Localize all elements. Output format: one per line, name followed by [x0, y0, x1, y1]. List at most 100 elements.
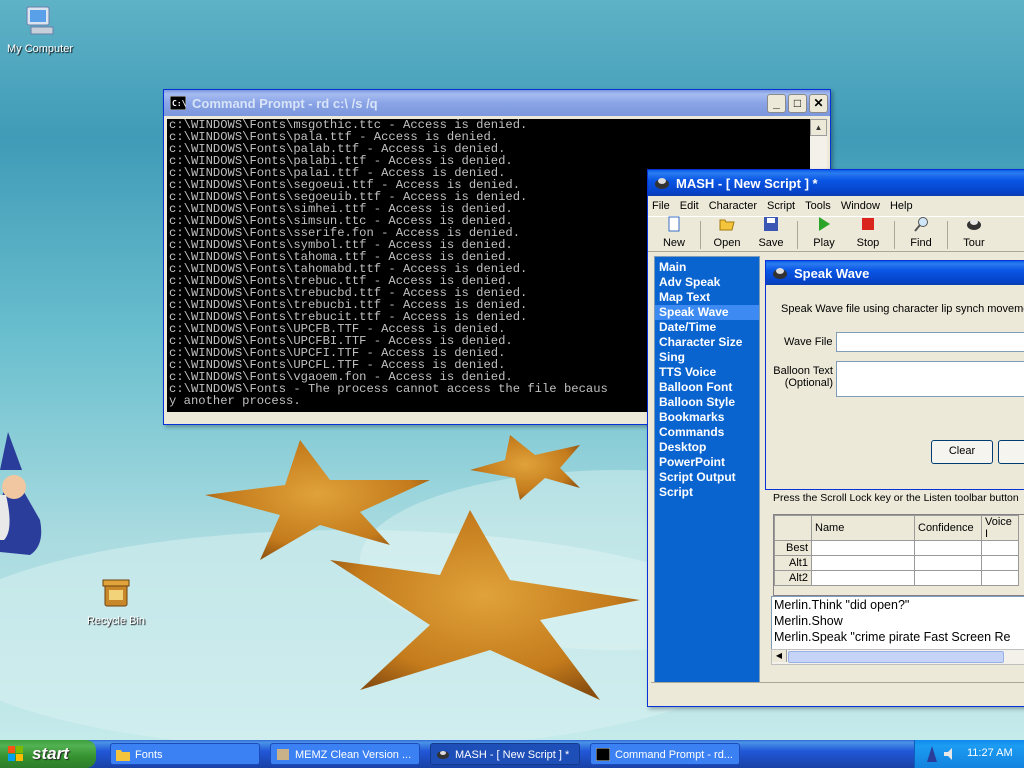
task-mash[interactable]: MASH - [ New Script ] * [430, 743, 580, 765]
action-list-item[interactable]: Adv Speak [655, 275, 759, 290]
cmd-title: Command Prompt - rd c:\ /s /q [192, 95, 378, 111]
grid-row-label: Alt1 [774, 555, 812, 571]
scroll-up-arrow-icon[interactable]: ▲ [810, 119, 827, 136]
action-list-item[interactable]: TTS Voice [655, 365, 759, 380]
action-list-item[interactable]: Script [655, 485, 759, 500]
action-list-item-selected[interactable]: Speak Wave [655, 305, 759, 320]
taskbar-clock[interactable]: 11:27 AM [967, 747, 1013, 759]
speak-wave-dialog[interactable]: Speak Wave Speak Wave file using charact… [765, 260, 1024, 490]
action-list-item[interactable]: Commands [655, 425, 759, 440]
menu-help[interactable]: Help [890, 200, 913, 212]
menu-file[interactable]: File [652, 200, 670, 212]
grid-cell[interactable] [914, 540, 982, 556]
grid-cell[interactable] [914, 570, 982, 586]
menu-character[interactable]: Character [709, 200, 757, 212]
mash-title: MASH - [ New Script ] * [676, 175, 818, 191]
my-computer-label: My Computer [6, 43, 74, 55]
mash-app-icon [655, 178, 669, 189]
speak-wave-description: Speak Wave file using character lip sync… [781, 303, 1024, 315]
grid-cell[interactable] [811, 555, 915, 571]
wave-file-input[interactable] [836, 332, 1024, 352]
tour-icon [967, 219, 981, 230]
new-button-label: New [662, 237, 685, 249]
action-list-item[interactable]: Date/Time [655, 320, 759, 335]
grid-cell[interactable] [811, 540, 915, 556]
mash-app-icon [773, 268, 787, 279]
new-button[interactable]: New [652, 216, 696, 251]
mash-statusbar [651, 682, 1024, 703]
balloon-text-label: Balloon Text (Optional) [773, 365, 833, 389]
task-label: MASH - [ New Script ] * [455, 749, 570, 761]
grid-cell[interactable] [981, 540, 1019, 556]
listen-hint: Press the Scroll Lock key or the Listen … [773, 492, 1019, 504]
recycle-bin-desktop-icon[interactable]: Recycle Bin [76, 576, 156, 627]
balloon-text-input[interactable] [836, 361, 1024, 397]
cmd-minimize-button[interactable]: _ [767, 93, 786, 113]
cmd-maximize-button[interactable]: □ [788, 93, 807, 113]
save-button[interactable]: Save [749, 216, 793, 251]
menu-script[interactable]: Script [767, 200, 795, 212]
menu-edit[interactable]: Edit [680, 200, 699, 212]
action-list-item[interactable]: Character Size [655, 335, 759, 350]
save-button-label: Save [758, 237, 784, 249]
grid-cell[interactable] [981, 570, 1019, 586]
recognition-grid[interactable]: Name Confidence Voice I Best Alt1 Alt2 [773, 514, 1024, 596]
script-editor[interactable]: Merlin.Think "did open?" Merlin.Show Mer… [771, 596, 1024, 650]
find-button[interactable]: Find [899, 216, 943, 251]
task-label: Fonts [135, 749, 163, 761]
action-list-item[interactable]: PowerPoint [655, 455, 759, 470]
grid-header-voice: Voice I [981, 515, 1019, 541]
merlin-character [0, 432, 42, 555]
cmd-titlebar[interactable]: C:\ Command Prompt - rd c:\ /s /q _ □ ✕ [164, 90, 830, 116]
action-list-item[interactable]: Balloon Style [655, 395, 759, 410]
cmd-close-button[interactable]: ✕ [809, 93, 828, 113]
script-line: Merlin.Show [774, 614, 843, 628]
action-list-item[interactable]: Main [655, 260, 759, 275]
folder-icon [116, 750, 130, 761]
action-list-item[interactable]: Map Text [655, 290, 759, 305]
task-cmd[interactable]: Command Prompt - rd... [590, 743, 740, 765]
grid-row-label: Best [774, 540, 812, 556]
tour-button[interactable]: Tour [952, 216, 996, 251]
action-list-item[interactable]: Bookmarks [655, 410, 759, 425]
action-list-item[interactable]: Sing [655, 350, 759, 365]
task-memz[interactable]: MEMZ Clean Version ... [270, 743, 420, 765]
action-list-item[interactable]: Desktop [655, 440, 759, 455]
toolbar-separator [797, 221, 798, 249]
mash-right-pane: Speak Wave Speak Wave file using charact… [763, 256, 1024, 680]
grid-cell[interactable] [811, 570, 915, 586]
grid-row-label: Alt2 [774, 570, 812, 586]
mash-titlebar[interactable]: MASH - [ New Script ] * [648, 170, 1024, 196]
task-fonts[interactable]: Fonts [110, 743, 260, 765]
mash-window[interactable]: MASH - [ New Script ] * File Edit Charac… [647, 169, 1024, 707]
start-button[interactable]: start [0, 740, 96, 768]
recycle-bin-icon [102, 579, 130, 607]
script-horizontal-scrollbar[interactable]: ◀ [771, 649, 1024, 665]
stop-button[interactable]: Stop [846, 216, 890, 251]
secondary-dialog-button[interactable] [998, 440, 1024, 464]
play-button-label: Play [813, 237, 835, 249]
clear-button[interactable]: Clear [931, 440, 993, 464]
grid-cell[interactable] [914, 555, 982, 571]
script-line: Merlin.Think "did open?" [774, 598, 910, 612]
action-list-item[interactable]: Balloon Font [655, 380, 759, 395]
merlin-tray-icon[interactable] [925, 746, 939, 762]
action-list[interactable]: Main Adv Speak Map Text Speak Wave Date/… [654, 256, 760, 685]
balloon-text-label-line2: (Optional) [784, 377, 833, 389]
scroll-left-arrow-icon[interactable]: ◀ [772, 650, 787, 662]
mash-icon [437, 751, 449, 759]
menu-tools[interactable]: Tools [805, 200, 831, 212]
stop-button-label: Stop [856, 237, 880, 249]
grid-header-confidence: Confidence [914, 515, 982, 541]
open-button[interactable]: Open [705, 216, 749, 251]
speak-wave-titlebar[interactable]: Speak Wave [766, 261, 1024, 285]
task-label: Command Prompt - rd... [615, 749, 733, 761]
action-list-item[interactable]: Script Output [655, 470, 759, 485]
grid-cell[interactable] [981, 555, 1019, 571]
speaker-tray-icon[interactable] [943, 747, 957, 761]
folder-open-icon [719, 219, 735, 231]
play-button[interactable]: Play [802, 216, 846, 251]
scroll-thumb[interactable] [788, 651, 1004, 663]
my-computer-desktop-icon[interactable]: My Computer [0, 4, 80, 55]
menu-window[interactable]: Window [841, 200, 880, 212]
